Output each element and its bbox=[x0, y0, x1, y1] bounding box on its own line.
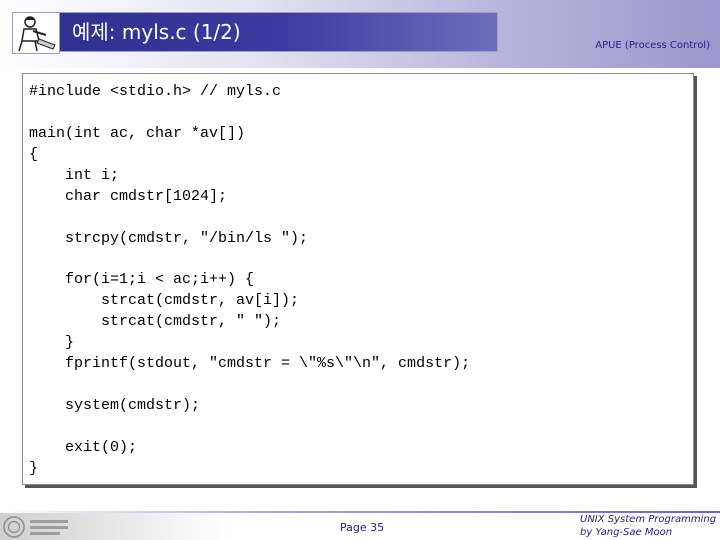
code-line: strcpy(cmdstr, "/bin/ls "); bbox=[29, 229, 309, 247]
code-line: exit(0); bbox=[29, 438, 138, 456]
credit-line-1: UNIX System Programming bbox=[580, 514, 717, 525]
code-line: fprintf(stdout, "cmdstr = \"%s\"\n", cmd… bbox=[29, 355, 471, 373]
code-line: system(cmdstr); bbox=[29, 397, 201, 415]
course-label: APUE (Process Control) bbox=[595, 40, 710, 51]
code-line: for(i=1;i < ac;i++) { bbox=[29, 271, 255, 289]
code-line: strcat(cmdstr, " "); bbox=[29, 313, 282, 331]
code-line: } bbox=[29, 459, 39, 477]
code-line: { bbox=[29, 145, 39, 163]
code-line: } bbox=[29, 334, 75, 352]
code-listing: #include <stdio.h> // myls.c main(int ac… bbox=[29, 82, 470, 480]
code-line: char cmdstr[1024]; bbox=[29, 187, 228, 205]
code-panel: #include <stdio.h> // myls.c main(int ac… bbox=[22, 73, 694, 485]
slide-title: 예제: myls.c (1/2) bbox=[72, 20, 241, 44]
university-seal-icon bbox=[2, 515, 72, 539]
code-line: int i; bbox=[29, 166, 120, 184]
code-line: main(int ac, char *av[]) bbox=[29, 124, 246, 142]
page-number: Page 35 bbox=[340, 521, 385, 534]
code-line: #include <stdio.h> // myls.c bbox=[29, 83, 282, 100]
credit-text: UNIX System Programming by Yang-Sae Moon bbox=[580, 513, 716, 539]
credit-line-2: by Yang-Sae Moon bbox=[580, 527, 673, 538]
code-line: strcat(cmdstr, av[i]); bbox=[29, 292, 300, 310]
person-at-desk-icon bbox=[12, 12, 60, 54]
